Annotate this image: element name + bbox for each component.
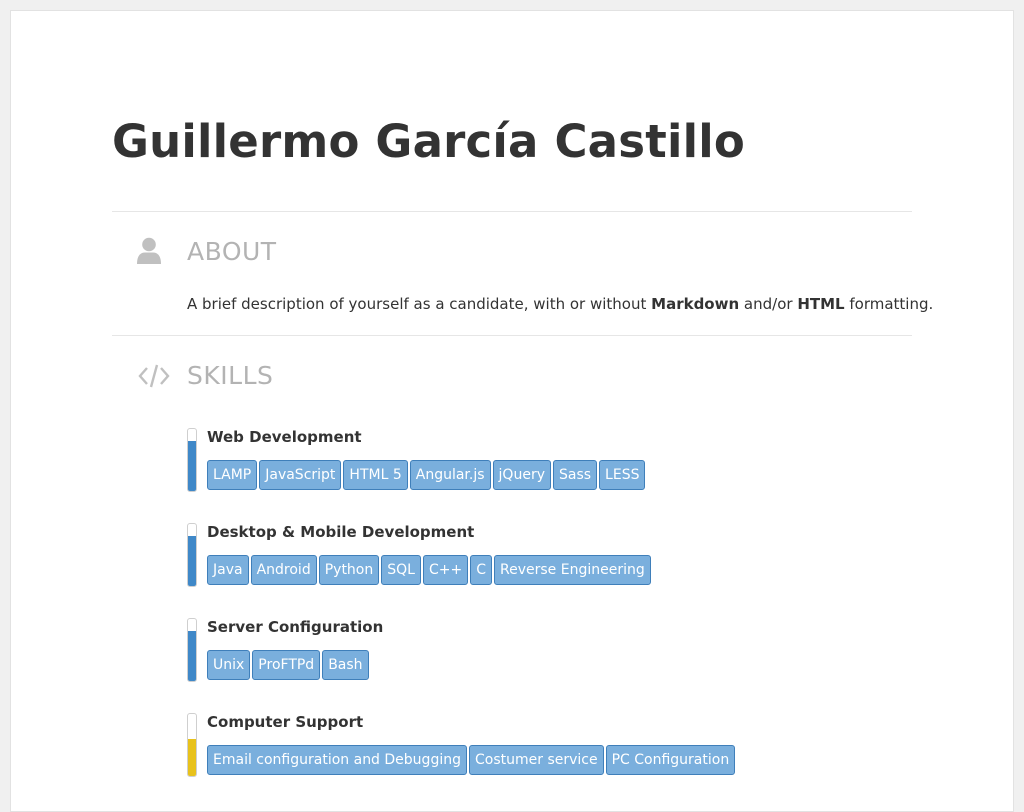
skill-level-meter [187, 713, 197, 777]
skill-tag: HTML 5 [343, 460, 408, 490]
skill-tag: ProFTPd [252, 650, 321, 680]
skill-tags: LAMP JavaScript HTML 5 Angular.js jQuery Sass… [207, 460, 647, 490]
skill-tag: C [470, 555, 492, 585]
skill-tag: Costumer service [468, 745, 604, 775]
skill-tag: Email configuration and Debugging [207, 745, 467, 775]
skill-group: Computer Support Email configuration and … [187, 713, 887, 779]
divider [112, 335, 912, 336]
skill-level-meter [187, 523, 197, 587]
skill-level-meter [187, 428, 197, 492]
skill-group: Server Configuration Unix ProFTPd Bash [187, 618, 887, 684]
section-title-skills: SKILLS [187, 361, 274, 390]
skill-tags: Unix ProFTPd Bash [207, 650, 371, 680]
skill-tag: C++ [422, 555, 469, 585]
skill-tag: JavaScript [259, 460, 342, 490]
skill-name: Web Development [207, 428, 362, 446]
skill-tag: Unix [207, 650, 251, 680]
skill-tag: PC Configuration [605, 745, 736, 775]
skill-name: Computer Support [207, 713, 364, 731]
skill-tag: LESS [599, 460, 646, 490]
section-title-about: ABOUT [187, 237, 277, 266]
skill-tag: Sass [552, 460, 598, 490]
user-icon [136, 237, 162, 269]
about-bold-html: HTML [797, 295, 845, 313]
divider [112, 211, 912, 212]
resume-name: Guillermo García Castillo [112, 115, 745, 168]
skill-level-fill [188, 536, 196, 586]
skill-tags: Java Android Python SQL C++ C Reverse Engineer… [207, 555, 653, 585]
skill-tag: Java [207, 555, 249, 585]
about-bold-markdown: Markdown [651, 295, 740, 313]
resume-card: Guillermo García Castillo ABOUT A brief … [10, 10, 1014, 812]
skill-tag: Reverse Engineering [494, 555, 651, 585]
skill-group: Web Development LAMP JavaScript HTML 5 Angul… [187, 428, 887, 494]
skill-level-fill [188, 441, 196, 491]
skill-tags: Email configuration and Debugging Costume… [207, 745, 737, 775]
about-description: A brief description of yourself as a can… [187, 295, 933, 313]
skill-group: Desktop & Mobile Development Java Android P… [187, 523, 887, 589]
skill-level-fill [188, 738, 196, 776]
skill-name: Desktop & Mobile Development [207, 523, 475, 541]
code-icon [138, 363, 170, 393]
skill-tag: SQL [381, 555, 421, 585]
about-text-part: and/or [739, 295, 798, 313]
skill-name: Server Configuration [207, 618, 384, 636]
skill-tag: Bash [322, 650, 369, 680]
skill-level-fill [188, 631, 196, 681]
skill-level-meter [187, 618, 197, 682]
skill-tag: Angular.js [409, 460, 491, 490]
about-text-part: formatting. [844, 295, 934, 313]
skill-tag: jQuery [492, 460, 551, 490]
skill-tag: Python [318, 555, 380, 585]
skill-tag: LAMP [207, 460, 258, 490]
about-text-part: A brief description of yourself as a can… [187, 295, 652, 313]
skill-tag: Android [250, 555, 317, 585]
